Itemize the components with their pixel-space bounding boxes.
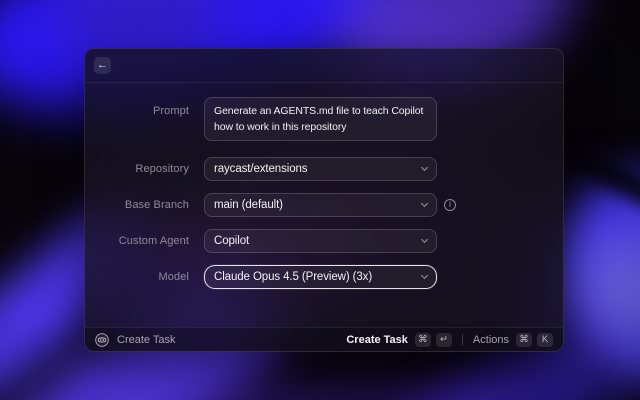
desktop: ← Prompt Generate an AGENTS.md file to t… (0, 0, 640, 400)
model-value: Claude Opus 4.5 (Preview) (3x) (214, 271, 373, 283)
enter-key[interactable]: ↵ (435, 332, 452, 347)
chevron-down-icon (420, 163, 429, 172)
model-dropdown[interactable]: Claude Opus 4.5 (Preview) (3x) (204, 265, 437, 289)
prompt-label: Prompt (152, 105, 189, 117)
back-arrow-icon: ← (97, 59, 108, 71)
custom-agent-label: Custom Agent (118, 235, 189, 247)
create-task-button[interactable]: Create Task (346, 334, 408, 346)
form-row-repository: Repository raycast/extensions (85, 157, 563, 181)
chevron-down-icon (420, 235, 429, 244)
model-label: Model (158, 271, 189, 283)
info-icon[interactable]: i (444, 199, 456, 211)
custom-agent-dropdown[interactable]: Copilot (204, 229, 437, 253)
prompt-input[interactable]: Generate an AGENTS.md file to teach Copi… (204, 97, 437, 141)
footer-shortcuts: Create Task ⌘ ↵ Actions ⌘ K (346, 332, 553, 347)
command-title: Create Task (117, 333, 176, 346)
back-button[interactable]: ← (94, 57, 111, 74)
window-header: ← (85, 49, 563, 83)
task-form: Prompt Generate an AGENTS.md file to tea… (85, 83, 563, 327)
cmd-key[interactable]: ⌘ (414, 332, 431, 347)
action-bar: Create Task Create Task ⌘ ↵ Actions ⌘ K (85, 327, 563, 351)
copilot-icon (95, 332, 109, 347)
form-row-custom-agent: Custom Agent Copilot (85, 229, 563, 253)
form-row-model: Model Claude Opus 4.5 (Preview) (3x) (85, 265, 563, 289)
chevron-down-icon (420, 271, 429, 280)
cmd-key[interactable]: ⌘ (516, 332, 532, 347)
k-key[interactable]: K (537, 332, 553, 347)
repository-label: Repository (135, 163, 189, 175)
base-branch-value: main (default) (214, 199, 283, 211)
create-task-window: ← Prompt Generate an AGENTS.md file to t… (84, 48, 564, 352)
form-row-base-branch: Base Branch main (default) i (85, 193, 563, 217)
repository-dropdown[interactable]: raycast/extensions (204, 157, 437, 181)
actions-button[interactable]: Actions (473, 334, 509, 346)
base-branch-dropdown[interactable]: main (default) (204, 193, 437, 217)
footer-divider (461, 334, 463, 345)
custom-agent-value: Copilot (214, 235, 250, 247)
base-branch-label: Base Branch (124, 199, 189, 211)
form-row-prompt: Prompt Generate an AGENTS.md file to tea… (85, 97, 563, 141)
repository-value: raycast/extensions (214, 163, 308, 175)
chevron-down-icon (420, 199, 429, 208)
